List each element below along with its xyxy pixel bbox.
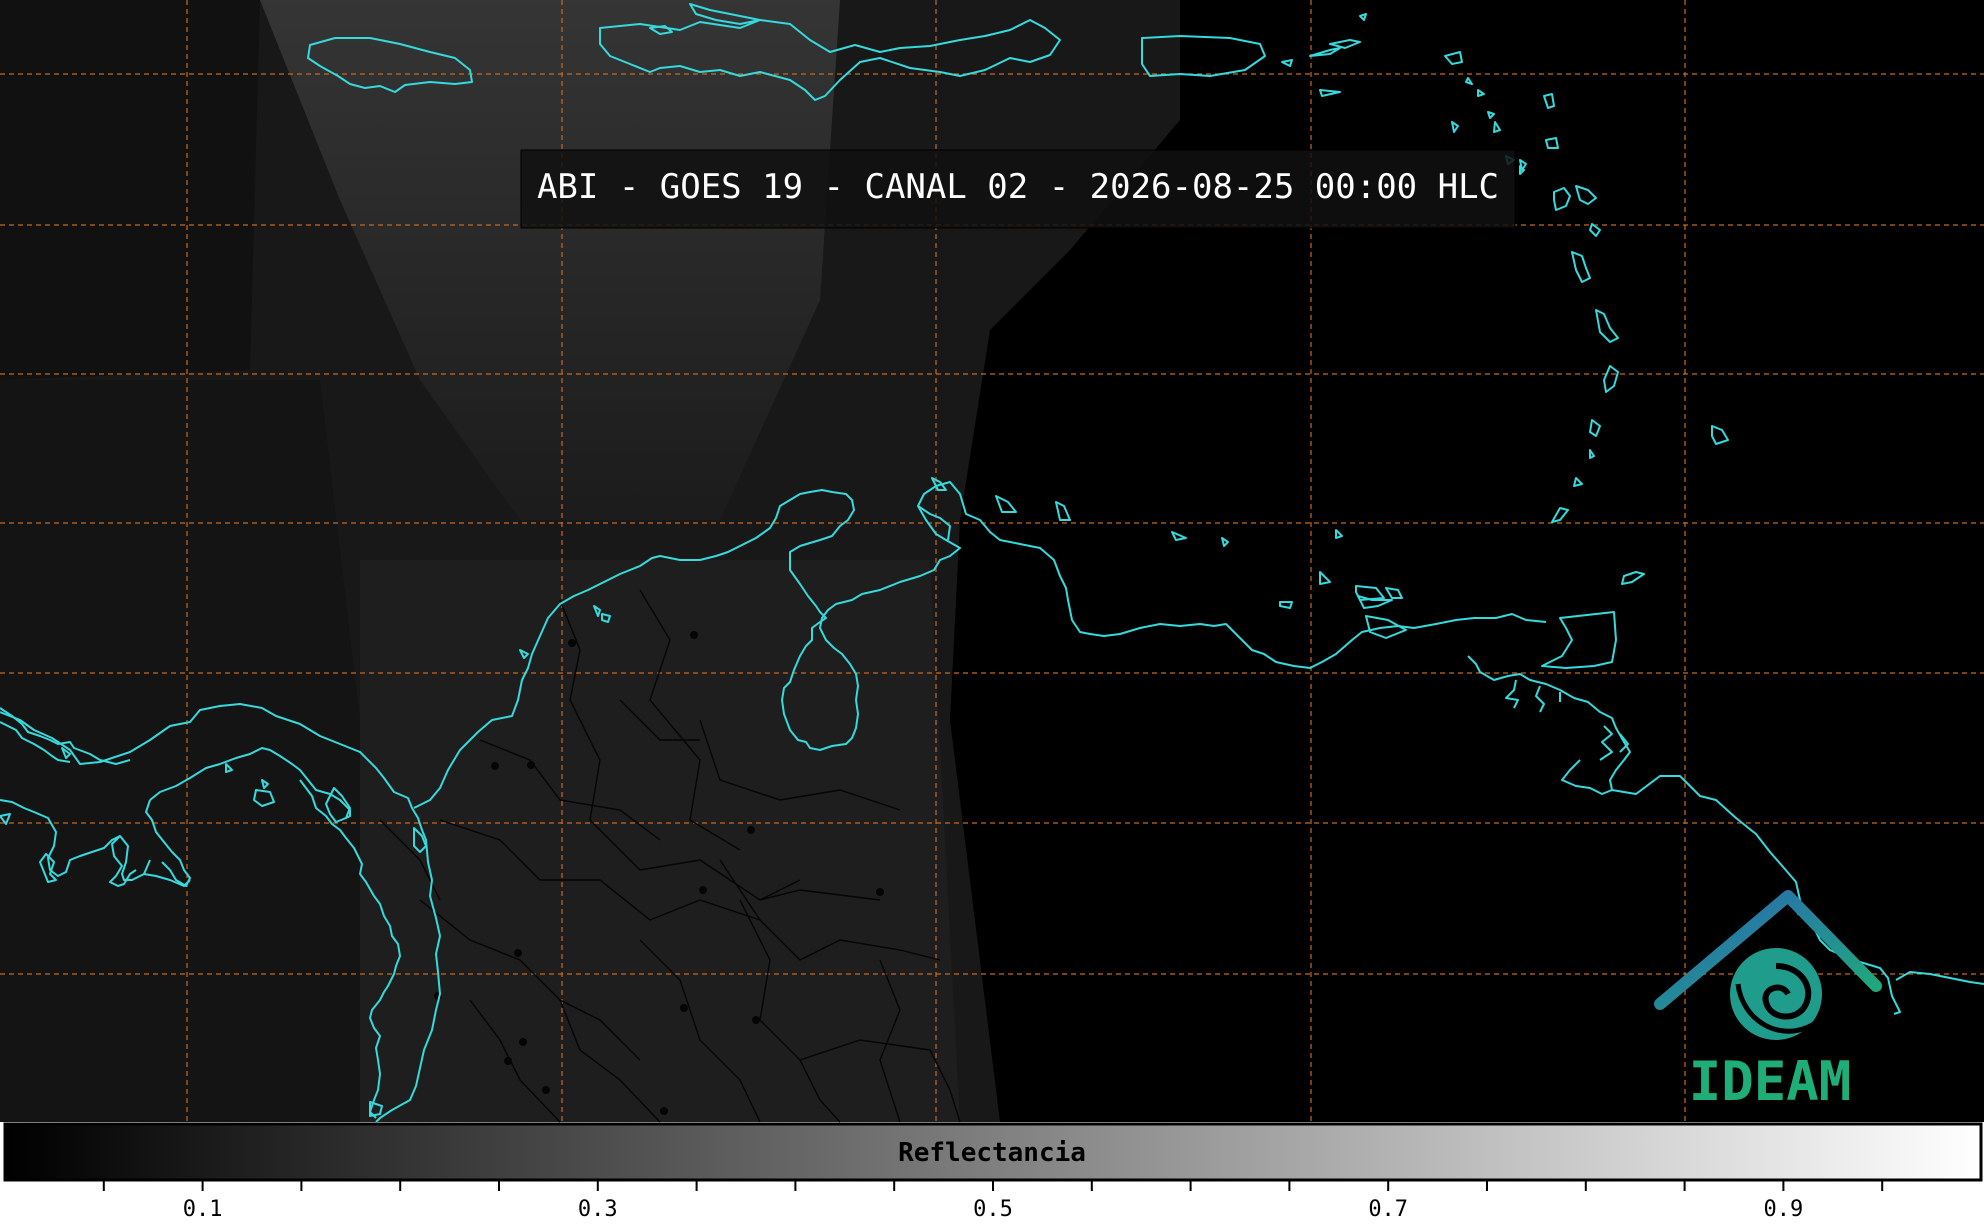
colorbar-tick-label: 0.1 [183, 1197, 223, 1222]
satellite-map-figure: ABI - GOES 19 - CANAL 02 - 2026-08-25 00… [0, 0, 1984, 1222]
colorbar-ticks: 0.1 0.3 0.5 0.7 0.9 [102, 1181, 1884, 1222]
colorbar-tick-label: 0.5 [973, 1197, 1013, 1222]
colorbar-label: Reflectancia [898, 1138, 1086, 1168]
map-title: ABI - GOES 19 - CANAL 02 - 2026-08-25 00… [537, 167, 1499, 207]
map-svg: ABI - GOES 19 - CANAL 02 - 2026-08-25 00… [0, 0, 1984, 1222]
colorbar: Reflectancia 0.1 0.3 0.5 0.7 0.9 [3, 1122, 1983, 1222]
logo-text: IDEAM [1689, 1050, 1852, 1113]
colorbar-tick-label: 0.7 [1368, 1197, 1408, 1222]
colorbar-tick-label: 0.9 [1764, 1197, 1804, 1222]
title-banner: ABI - GOES 19 - CANAL 02 - 2026-08-25 00… [520, 149, 1516, 229]
colorbar-tick-label: 0.3 [578, 1197, 618, 1222]
